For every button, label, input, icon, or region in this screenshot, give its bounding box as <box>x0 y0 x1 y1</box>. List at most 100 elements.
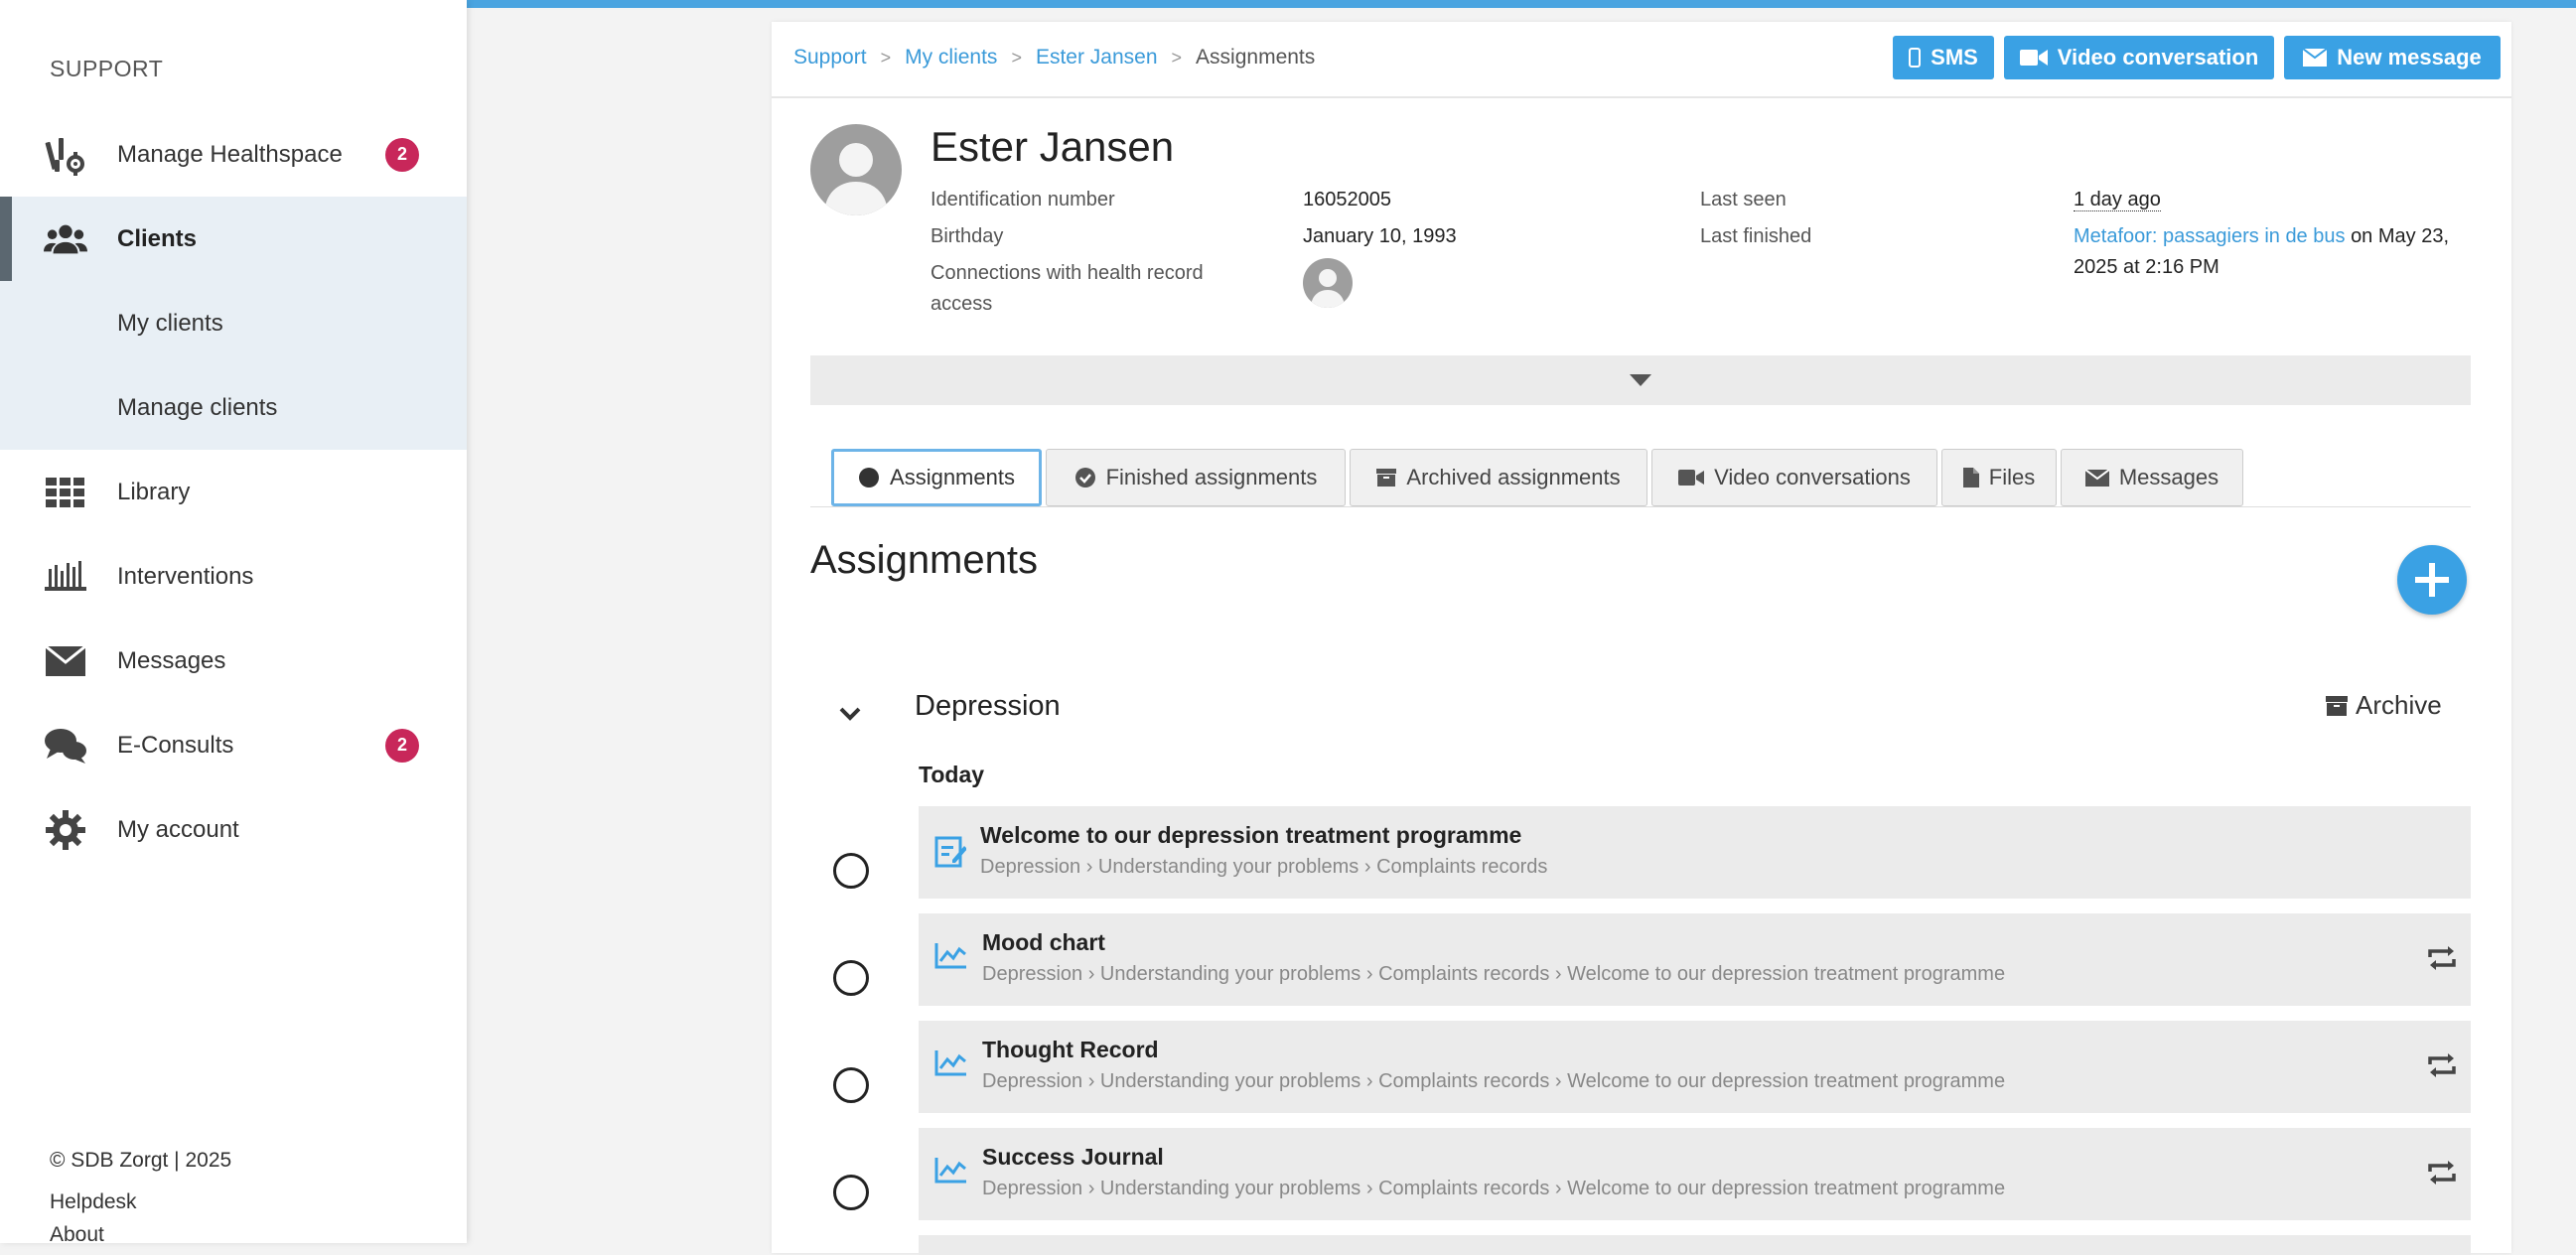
chevron-down-icon <box>839 707 861 721</box>
assignment-row[interactable]: Success Journal Depression › Understandi… <box>919 1128 2471 1220</box>
id-label: Identification number <box>930 189 1115 210</box>
repeat-icon[interactable] <box>2426 945 2458 976</box>
sms-button[interactable]: SMS <box>1893 36 1994 79</box>
connection-avatar[interactable] <box>1303 258 1353 308</box>
last-finished-value: Metafoor: passagiers in de bus on May 23… <box>2074 221 2471 283</box>
active-indicator <box>0 197 12 281</box>
phone-icon <box>1909 48 1922 68</box>
breadcrumb-separator: > <box>1011 47 1022 68</box>
line-chart-icon <box>934 1048 968 1081</box>
healthspace-icon <box>44 133 87 177</box>
sidebar-item-interventions[interactable]: Interventions <box>0 534 467 619</box>
about-link[interactable]: About <box>50 1223 104 1247</box>
archive-group-button[interactable]: Archive <box>2326 690 2442 721</box>
envelope-icon <box>44 639 87 683</box>
copyright: © SDB Zorgt | 2025 <box>50 1149 232 1172</box>
grid-icon <box>44 471 87 514</box>
sidebar-item-clients[interactable]: Clients <box>0 197 467 281</box>
circle-icon <box>859 468 880 488</box>
check-circle-icon <box>1074 468 1095 488</box>
last-finished-link[interactable]: Metafoor: passagiers in de bus <box>2074 225 2346 247</box>
tab-messages[interactable]: Messages <box>2061 449 2243 506</box>
assignment-radio[interactable] <box>833 1067 869 1103</box>
breadcrumb-support[interactable]: Support <box>793 46 867 70</box>
tab-label: Assignments <box>890 465 1015 489</box>
top-accent-bar <box>467 0 2576 8</box>
repeat-icon[interactable] <box>2426 1052 2458 1083</box>
line-chart-icon <box>934 941 968 974</box>
assignment-radio[interactable] <box>833 960 869 996</box>
form-edit-icon <box>934 834 967 873</box>
breadcrumb-separator: > <box>1171 47 1183 68</box>
client-card: Support > My clients > Ester Jansen > As… <box>772 22 2511 1255</box>
tab-archived-assignments[interactable]: Archived assignments <box>1350 449 1647 506</box>
tab-video-conversations[interactable]: Video conversations <box>1651 449 1937 506</box>
sidebar-item-manage-clients[interactable]: Manage clients <box>0 365 467 450</box>
video-camera-icon <box>2019 50 2048 66</box>
notification-badge: 2 <box>385 728 419 763</box>
assignment-path: Depression › Understanding your problems… <box>982 1178 2006 1199</box>
sidebar-item-my-account[interactable]: My account <box>0 787 467 872</box>
id-value: 16052005 <box>1303 189 1391 210</box>
add-assignment-button[interactable] <box>2397 545 2467 615</box>
sidebar-item-library[interactable]: Library <box>0 450 467 534</box>
plus-icon <box>2415 563 2449 597</box>
assignment-path: Depression › Understanding your problems… <box>980 856 1548 878</box>
sidebar-item-label: E-Consults <box>117 731 234 759</box>
breadcrumb-client[interactable]: Ester Jansen <box>1036 46 1158 70</box>
sidebar-item-label: Interventions <box>117 562 254 590</box>
tab-files[interactable]: Files <box>1941 449 2057 506</box>
tab-assignments[interactable]: Assignments <box>831 449 1042 506</box>
tab-label: Messages <box>2118 465 2219 489</box>
assignment-row[interactable]: Thought Record Depression › Understandin… <box>919 1021 2471 1113</box>
assignment-radio[interactable] <box>833 853 869 889</box>
last-seen-value: 1 day ago <box>2074 185 2161 215</box>
assignment-title: Mood chart <box>982 929 1105 955</box>
sidebar-item-label: My account <box>117 815 239 843</box>
last-seen-label: Last seen <box>1700 189 1787 210</box>
envelope-icon <box>2303 49 2328 67</box>
sidebar-item-label: Manage Healthspace <box>117 140 343 168</box>
new-message-label: New message <box>2337 45 2482 70</box>
breadcrumb-my-clients[interactable]: My clients <box>905 46 997 70</box>
sidebar-item-label: Manage clients <box>117 393 278 421</box>
assignment-title: Thought Record <box>982 1037 1159 1062</box>
assignment-row[interactable]: Mood chart Depression › Understanding yo… <box>919 913 2471 1006</box>
assignment-radio[interactable] <box>833 1175 869 1210</box>
video-conversation-label: Video conversation <box>2057 45 2259 70</box>
archive-icon <box>1376 469 1397 487</box>
client-name: Ester Jansen <box>930 123 1175 170</box>
birthday-label: Birthday <box>930 225 1004 247</box>
notification-badge: 2 <box>385 137 419 172</box>
sidebar: SUPPORT Manage Healthspace 2 Clients My … <box>0 0 467 1246</box>
helpdesk-link[interactable]: Helpdesk <box>50 1190 137 1214</box>
interventions-icon <box>44 555 87 599</box>
collapse-group-button[interactable] <box>839 707 861 726</box>
sidebar-item-label: Clients <box>117 224 198 252</box>
assignment-row[interactable]: Welcome to our depression treatment prog… <box>919 806 2471 899</box>
sidebar-header: SUPPORT <box>50 56 164 81</box>
clients-icon <box>44 217 87 261</box>
assignment-row-partial[interactable] <box>919 1235 2471 1255</box>
repeat-icon[interactable] <box>2426 1160 2458 1190</box>
assignment-title: Success Journal <box>982 1144 1164 1170</box>
chat-icon <box>44 724 87 767</box>
breadcrumb-separator: > <box>880 47 892 68</box>
archive-icon <box>2326 695 2348 716</box>
assignment-title: Welcome to our depression treatment prog… <box>980 822 1522 848</box>
sidebar-item-e-consults[interactable]: E-Consults 2 <box>0 703 467 787</box>
file-icon <box>1962 468 1979 488</box>
tab-finished-assignments[interactable]: Finished assignments <box>1046 449 1346 506</box>
video-conversation-button[interactable]: Video conversation <box>2004 36 2274 79</box>
sidebar-item-label: My clients <box>117 309 223 337</box>
tab-label: Archived assignments <box>1406 465 1621 489</box>
sidebar-item-messages[interactable]: Messages <box>0 619 467 703</box>
sidebar-item-manage-healthspace[interactable]: Manage Healthspace 2 <box>0 112 467 197</box>
tabs-divider <box>810 506 2471 507</box>
details-expander[interactable] <box>810 355 2471 405</box>
tab-label: Finished assignments <box>1105 465 1318 489</box>
envelope-icon <box>2084 469 2109 487</box>
sidebar-item-my-clients[interactable]: My clients <box>0 281 467 365</box>
birthday-value: January 10, 1993 <box>1303 225 1457 247</box>
new-message-button[interactable]: New message <box>2284 36 2501 79</box>
